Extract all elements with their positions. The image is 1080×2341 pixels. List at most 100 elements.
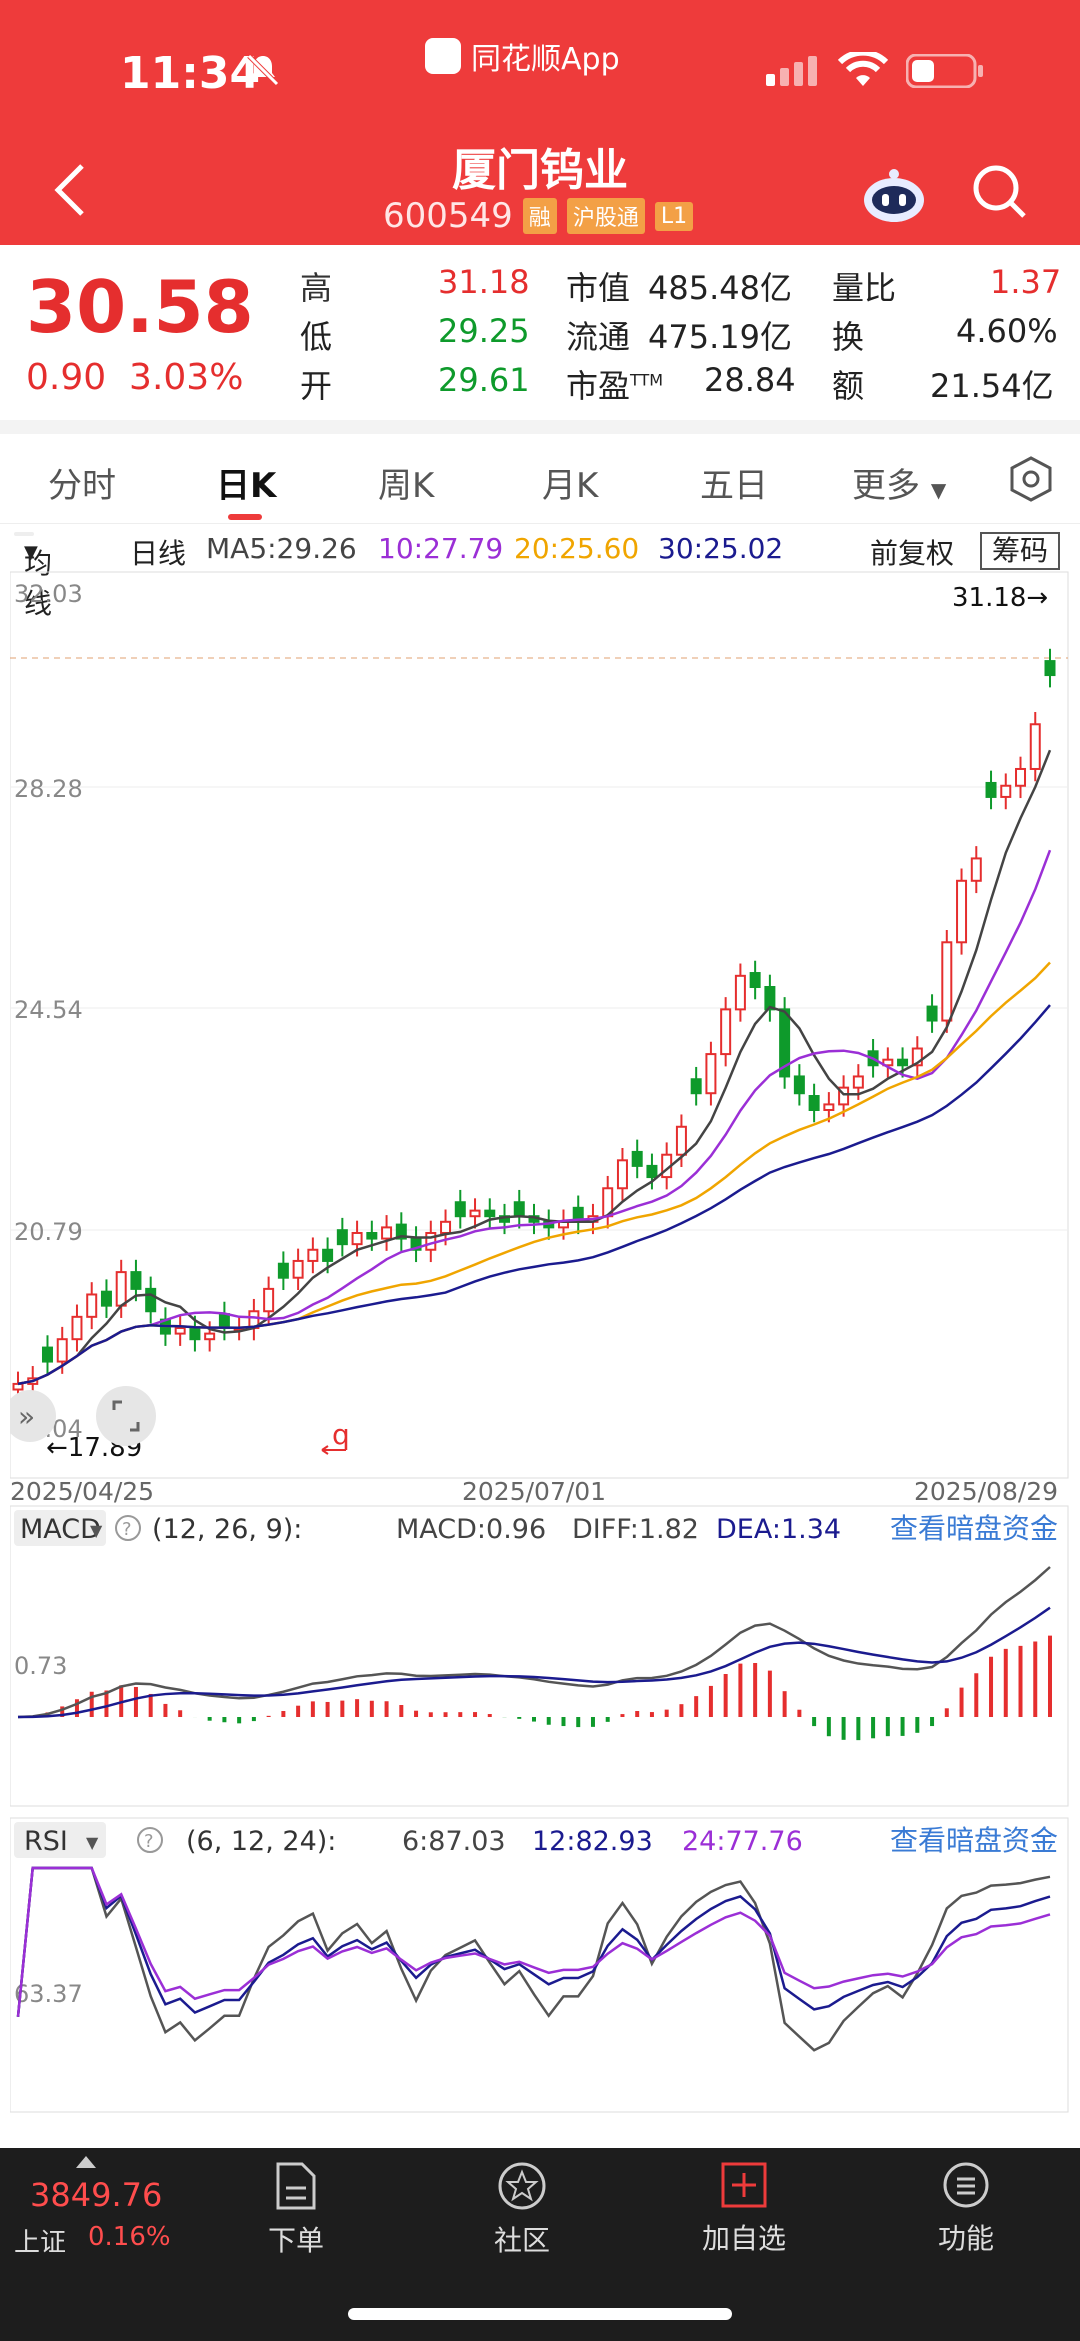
candle-body xyxy=(86,1293,98,1318)
function-button[interactable]: 功能 xyxy=(906,2160,1026,2257)
stock-code: 600549 xyxy=(383,196,513,236)
candle-body xyxy=(793,1075,805,1095)
plus-square-icon xyxy=(721,2162,767,2208)
battery-icon xyxy=(906,54,983,88)
main-panel-frame xyxy=(10,571,1069,1479)
dea-line xyxy=(17,1606,1051,1719)
y-tick: 24.54 xyxy=(14,996,83,1024)
macd-histogram xyxy=(17,1566,1052,1741)
community-button[interactable]: 社区 xyxy=(462,2160,582,2259)
rsi24-value: 24:77.76 xyxy=(682,1826,803,1857)
candle-body xyxy=(218,1313,230,1330)
candle-body xyxy=(956,879,968,944)
y-tick: 32.03 xyxy=(14,580,83,608)
settings-hex-icon[interactable] xyxy=(1006,454,1056,504)
candle-body xyxy=(145,1287,157,1313)
high-value: 31.18 xyxy=(438,263,530,301)
rsi-tick: 63.37 xyxy=(14,1980,83,2008)
add-watchlist-button[interactable]: 加自选 xyxy=(684,2160,804,2257)
bottom-toolbar: 3849.76 上证 0.16% 下单 社区 加自选 功能 xyxy=(0,2148,1080,2341)
y-tick: 28.28 xyxy=(14,775,83,803)
tab-daily-k[interactable]: 日K xyxy=(216,458,276,507)
dark-pool-link[interactable]: 查看暗盘资金 xyxy=(890,1512,1058,1545)
x-label: 2025/08/29 xyxy=(914,1477,1058,1506)
rsi-panel-frame xyxy=(10,1817,1069,2113)
kline-chart[interactable]: 32.03 28.28 24.54 20.79 17.04 31.18→ ←17… xyxy=(10,522,1070,2122)
expand-up-icon[interactable] xyxy=(76,2156,96,2168)
search-icon[interactable] xyxy=(970,162,1030,222)
tab-intraday[interactable]: 分时 xyxy=(48,458,116,507)
home-indicator[interactable] xyxy=(348,2308,732,2320)
rsi6-line xyxy=(16,1866,1051,2052)
rsi12-value: 12:82.93 xyxy=(532,1826,653,1857)
macd-params: (12, 26, 9): xyxy=(152,1514,302,1545)
candle-body xyxy=(705,1053,717,1095)
dark-pool-link[interactable]: 查看暗盘资金 xyxy=(890,1824,1058,1857)
price-change: 0.90 3.03% xyxy=(26,357,243,398)
turnover-value: 4.60% xyxy=(956,312,1058,350)
wifi-icon xyxy=(838,52,888,86)
candle-body xyxy=(720,1008,732,1056)
y-tick: 20.79 xyxy=(14,1218,83,1246)
candle-body xyxy=(675,1125,687,1156)
tab-more[interactable]: 更多 ▼ xyxy=(852,458,946,507)
candle-body xyxy=(631,1150,643,1167)
candle-body xyxy=(749,972,761,989)
tab-weekly-k[interactable]: 周K xyxy=(378,458,434,507)
app-header: 11:34 同花顺App 厦门钨业 600549 融 沪股通 L1 xyxy=(0,0,1080,245)
candle-body xyxy=(734,974,746,1011)
volume-ratio-value: 1.37 xyxy=(990,263,1062,301)
candle-body xyxy=(1000,784,1012,798)
candle-body xyxy=(1029,723,1041,770)
candle-body xyxy=(100,1290,112,1307)
tab-monthly-k[interactable]: 月K xyxy=(542,458,598,507)
section-divider xyxy=(0,420,1080,434)
order-button[interactable]: 下单 xyxy=(236,2160,356,2259)
community-star-icon xyxy=(498,2162,546,2210)
candle-body xyxy=(71,1315,83,1341)
candle-body xyxy=(1044,660,1056,677)
ma30-line xyxy=(17,1004,1051,1386)
tag-margin: 融 xyxy=(522,198,557,234)
candle-body xyxy=(440,1220,452,1234)
change-percent: 3.03% xyxy=(129,357,244,398)
candle-body xyxy=(263,1287,275,1313)
candle-body xyxy=(852,1075,864,1089)
rsi-label: RSI xyxy=(24,1826,68,1857)
candle-body xyxy=(808,1095,820,1111)
candle-body xyxy=(41,1346,53,1363)
macd-panel-frame xyxy=(10,1505,1069,1807)
rsi6-value: 6:87.03 xyxy=(402,1826,506,1857)
last-price: 30.58 xyxy=(26,265,254,349)
help-icon-glyph: ? xyxy=(144,1831,154,1852)
help-icon-glyph: ? xyxy=(122,1519,132,1540)
high-marker: 31.18→ xyxy=(952,583,1048,613)
diff-value: DIFF:1.82 xyxy=(572,1514,699,1545)
float-cap-label: 流通 xyxy=(566,318,631,356)
candle-body xyxy=(322,1248,334,1262)
candle-body xyxy=(970,857,982,882)
rsi-lines xyxy=(16,1866,1051,2052)
tag-connect: 沪股通 xyxy=(566,198,645,234)
macd-value: MACD:0.96 xyxy=(396,1514,546,1545)
candle-body xyxy=(454,1201,466,1218)
market-cap-value: 485.48亿 xyxy=(648,269,792,307)
active-tab-indicator xyxy=(228,514,262,520)
pe-label: 市盈TTM xyxy=(566,367,664,405)
open-label: 开 xyxy=(300,367,333,405)
candle-body xyxy=(56,1338,68,1363)
event-marker-icon[interactable]: q xyxy=(332,1418,350,1451)
app-indicator: 同花顺App xyxy=(425,36,620,77)
candle-body xyxy=(1015,767,1027,787)
candle-body xyxy=(513,1201,525,1218)
stock-code-row: 600549 融 沪股通 L1 xyxy=(383,196,694,236)
fullscreen-button[interactable] xyxy=(96,1386,156,1446)
mute-bell-icon xyxy=(247,54,279,86)
open-value: 29.61 xyxy=(438,361,530,399)
cellular-signal-icon xyxy=(766,56,817,86)
robot-assistant-icon[interactable] xyxy=(862,166,926,226)
tab-five-day[interactable]: 五日 xyxy=(700,458,768,507)
index-name: 上证 xyxy=(14,2228,67,2258)
document-icon xyxy=(276,2162,316,2210)
pe-value: 28.84 xyxy=(704,361,796,399)
